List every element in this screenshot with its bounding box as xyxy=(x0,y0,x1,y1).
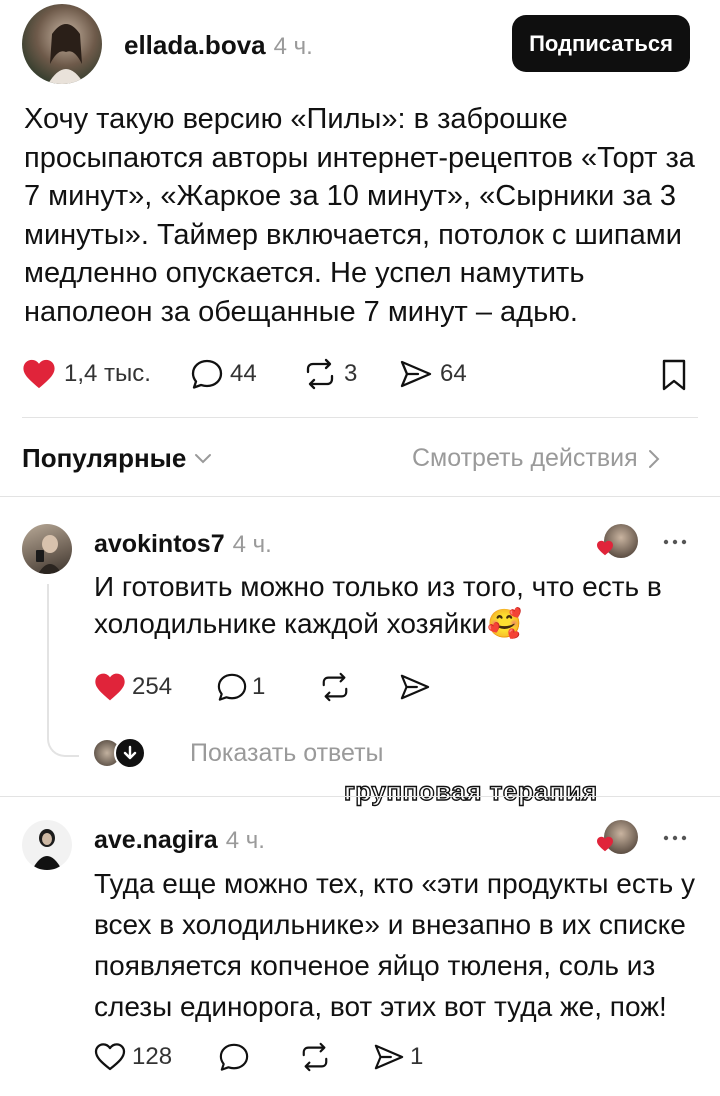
post-like-button[interactable]: 1,4 тыс. xyxy=(22,358,151,390)
heart-filled-icon xyxy=(22,358,56,390)
comment-text-line: И готовить можно только из того, что ест… xyxy=(94,571,662,602)
send-icon[interactable] xyxy=(398,672,432,702)
comment-reply-button[interactable]: 1 xyxy=(216,672,265,702)
repost-icon xyxy=(300,358,340,390)
post-text-line: просыпаются авторы интернет-рецептов «То… xyxy=(24,141,695,174)
author-liked-badge xyxy=(597,524,638,558)
post-divider xyxy=(22,417,698,418)
comment-share-count: 1 xyxy=(410,1043,424,1070)
sort-label: Популярные xyxy=(22,443,187,473)
comment-avatar[interactable] xyxy=(22,524,72,574)
comment-text-line: Туда еще можно тех, кто «эти продукты ес… xyxy=(94,868,696,899)
show-replies-label: Показать ответы xyxy=(190,738,384,767)
comment-icon xyxy=(216,672,248,702)
heart-filled-icon xyxy=(596,836,614,857)
heart-outline-icon xyxy=(94,1042,126,1072)
chevron-right-icon xyxy=(648,449,660,469)
comment-text: Туда еще можно тех, кто «эти продукты ес… xyxy=(94,863,709,1027)
send-icon xyxy=(372,1042,406,1072)
comment-time: 4 ч. xyxy=(232,531,272,558)
repost-icon[interactable] xyxy=(296,1042,334,1072)
post-text-line: минуты». Таймер включается, потолок с ши… xyxy=(24,218,682,251)
sort-dropdown[interactable]: Популярные xyxy=(22,443,212,474)
comment-like-button[interactable]: 128 xyxy=(94,1042,172,1072)
reply-thread-curve xyxy=(47,725,79,757)
post-text: Хочу такую версию «Пилы»: в заброшке про… xyxy=(24,100,714,331)
comment-like-count: 254 xyxy=(132,673,173,700)
more-options-icon[interactable] xyxy=(662,834,688,842)
comment-share-button[interactable]: 1 xyxy=(372,1042,423,1072)
bookmark-icon[interactable] xyxy=(660,358,688,392)
post-comment-button[interactable]: 44 xyxy=(190,358,257,390)
post-share-count: 64 xyxy=(440,360,467,387)
author-liked-badge xyxy=(597,820,638,854)
view-activity-link[interactable]: Смотреть действия xyxy=(412,444,660,473)
repost-icon[interactable] xyxy=(316,672,354,702)
comment-text-line: слезы единорога, вот этих вот туда же, п… xyxy=(94,991,667,1022)
comment-like-count: 128 xyxy=(132,1043,173,1070)
section-divider xyxy=(0,496,720,497)
comment-text: И готовить можно только из того, что ест… xyxy=(94,568,704,642)
comment-avatar[interactable] xyxy=(22,820,72,870)
post-repost-count: 3 xyxy=(344,360,358,387)
comment-username[interactable]: avokintos7 xyxy=(94,530,225,559)
comment-icon xyxy=(190,358,224,390)
comment-text-line: появляется копченое яйцо тюленя, соль из xyxy=(94,950,656,981)
more-options-icon[interactable] xyxy=(662,538,688,546)
chevron-down-icon xyxy=(194,453,212,465)
follow-button[interactable]: Подписаться xyxy=(512,15,690,72)
send-icon xyxy=(398,358,434,390)
comment-time: 4 ч. xyxy=(225,827,265,854)
comment-like-button[interactable]: 254 xyxy=(94,672,172,702)
view-activity-label: Смотреть действия xyxy=(412,444,638,472)
heart-filled-icon xyxy=(94,672,126,702)
comment-text-line: всех в холодильнике» и внезапно в их спи… xyxy=(94,909,686,940)
comment-text-line: холодильнике каждой хозяйки🥰 xyxy=(94,608,523,639)
post-author-username[interactable]: ellada.bova xyxy=(124,30,266,61)
post-share-button[interactable]: 64 xyxy=(398,358,467,390)
post-author-avatar[interactable] xyxy=(22,4,102,84)
post-text-line: медленно опускается. Не успел намутить xyxy=(24,257,585,289)
post-text-line: Хочу такую версию «Пилы»: в заброшке xyxy=(24,103,568,135)
post-text-line: наполеон за обещанные 7 минут – адью. xyxy=(24,295,578,328)
comment-divider xyxy=(0,796,720,797)
arrow-down-circle-icon xyxy=(114,737,146,769)
comment-icon[interactable] xyxy=(218,1042,250,1072)
post-comment-count: 44 xyxy=(230,360,257,387)
post-text-line: 7 минут», «Жаркое за 10 минут», «Сырники… xyxy=(24,180,676,212)
show-replies-button[interactable]: Показать ответы xyxy=(94,737,384,769)
watermark-text: групповая терапия xyxy=(343,775,598,806)
reply-thread-line xyxy=(47,584,49,729)
post-time: 4 ч. xyxy=(273,33,313,60)
post-like-count: 1,4 тыс. xyxy=(64,360,151,387)
post-repost-button[interactable]: 3 xyxy=(300,358,357,390)
comment-reply-count: 1 xyxy=(252,673,266,700)
heart-filled-icon xyxy=(596,540,614,561)
comment-username[interactable]: ave.nagira xyxy=(94,826,218,855)
